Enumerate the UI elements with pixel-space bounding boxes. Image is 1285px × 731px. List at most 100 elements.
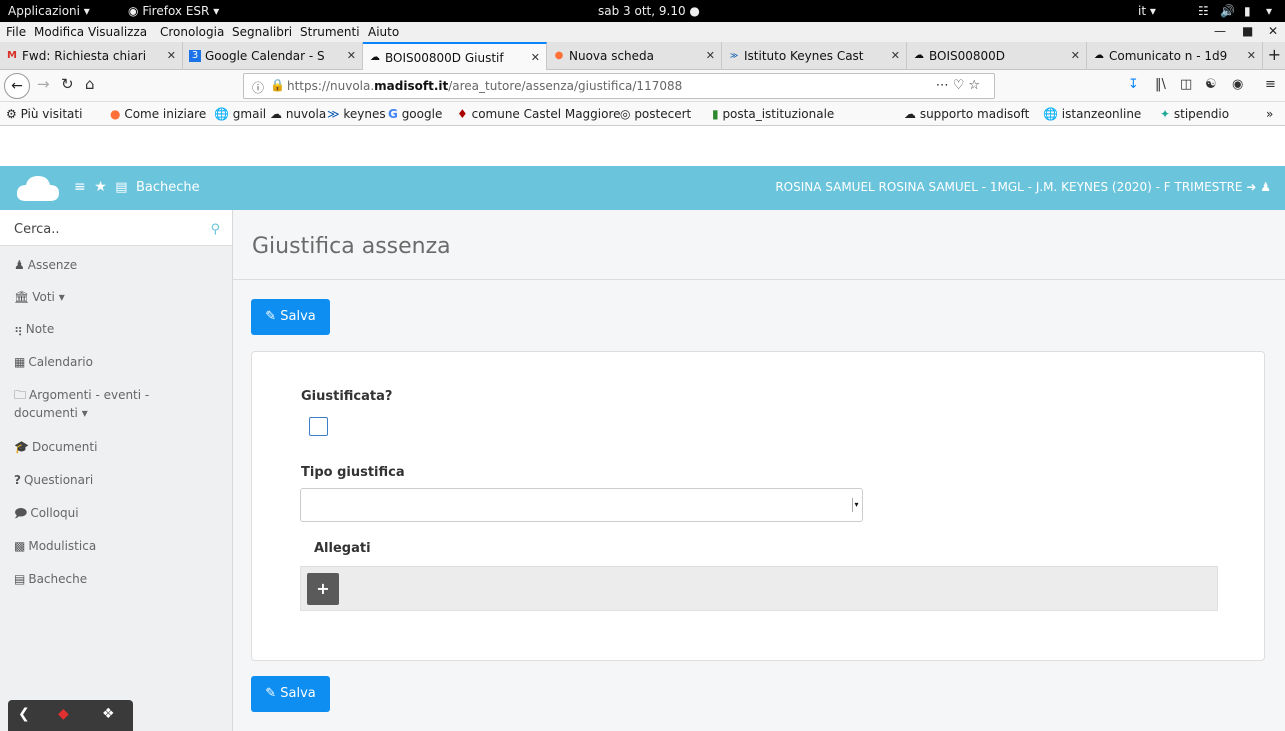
sidebar-item-questionari[interactable]: ? Questionari bbox=[14, 471, 93, 489]
tab-gmail[interactable]: M Fwd: Richiesta chiari ✕ bbox=[0, 42, 183, 70]
downloads-icon[interactable]: ↧ bbox=[1128, 77, 1139, 92]
user-context[interactable]: ROSINA SAMUEL ROSINA SAMUEL - 1MGL - J.M… bbox=[775, 180, 1271, 194]
bookmark-piu-visitati[interactable]: ⚙ Più visitati bbox=[6, 107, 82, 121]
close-tab-icon[interactable]: ✕ bbox=[531, 51, 540, 64]
add-attachment-button[interactable]: + bbox=[307, 573, 339, 605]
bookmark-istanzeonline[interactable]: 🌐 istanzeonline bbox=[1043, 107, 1141, 121]
close-tab-icon[interactable]: ✕ bbox=[891, 49, 900, 62]
tipo-giustifica-select[interactable]: ▾ bbox=[300, 488, 863, 522]
bookmark-posta-istituzionale[interactable]: ▮ posta_istituzionale bbox=[712, 107, 834, 121]
menu-segnalibri[interactable]: Segnalibri bbox=[232, 25, 292, 39]
sidebar-item-voti[interactable]: 🏛 Voti ▾ bbox=[14, 288, 65, 306]
sidebar-item-colloqui[interactable]: 🗩 Colloqui bbox=[14, 504, 79, 522]
close-tab-icon[interactable]: ✕ bbox=[1071, 49, 1080, 62]
sidebar-item-documenti[interactable]: 🎓 Documenti bbox=[14, 438, 97, 456]
hamburger-icon[interactable]: ≡ bbox=[74, 179, 86, 195]
bacheche-link[interactable]: ▤ Bacheche bbox=[115, 179, 203, 195]
bookmark-google[interactable]: G google bbox=[388, 107, 442, 121]
tab-bois[interactable]: ☁ BOIS00800D ✕ bbox=[907, 42, 1087, 70]
more-actions-icon[interactable]: ⋯ bbox=[936, 78, 953, 93]
menu-file[interactable]: File bbox=[6, 25, 26, 39]
tab-label: Istituto Keynes Cast bbox=[744, 49, 864, 63]
firefox-icon: ◉ bbox=[128, 4, 139, 18]
sidebar-item-note[interactable]: ⢶ Note bbox=[14, 320, 54, 338]
reload-icon[interactable]: ↻ bbox=[61, 75, 74, 93]
battery-icon[interactable]: ▮ bbox=[1244, 4, 1251, 18]
bookmark-stipendio[interactable]: ✦ stipendio bbox=[1160, 107, 1229, 121]
lock-icon[interactable]: 🔒 bbox=[270, 78, 285, 92]
tab-istituto-keynes[interactable]: ≫ Istituto Keynes Cast ✕ bbox=[722, 42, 907, 70]
menu-strumenti[interactable]: Strumenti bbox=[300, 25, 360, 39]
keynes-icon: ≫ bbox=[729, 51, 739, 60]
url-domain: madisoft.it bbox=[374, 79, 449, 93]
sidebar-search[interactable]: Cerca.. ⚲ bbox=[0, 210, 232, 246]
volume-icon[interactable]: 🔊 bbox=[1220, 4, 1235, 18]
bookmark-postecert[interactable]: ◎ postecert bbox=[620, 107, 691, 121]
bookmark-keynes[interactable]: ≫ keynes bbox=[327, 107, 386, 121]
save-button-top[interactable]: ✎ Salva bbox=[251, 299, 330, 335]
url-bar[interactable]: ⓘ 🔒 https://nuvola.madisoft.it/area_tuto… bbox=[243, 73, 995, 99]
clock[interactable]: sab 3 ott, 9.10 ● bbox=[598, 4, 700, 18]
nuvola-logo-icon[interactable] bbox=[16, 173, 60, 203]
close-tab-icon[interactable]: ✕ bbox=[167, 49, 176, 62]
giustificata-checkbox[interactable] bbox=[309, 417, 328, 436]
hamburger-menu-icon[interactable]: ≡ bbox=[1265, 77, 1276, 92]
info-icon[interactable]: ⓘ bbox=[252, 79, 264, 96]
new-tab-icon[interactable]: + bbox=[1268, 45, 1281, 64]
star-icon[interactable]: ★ bbox=[94, 179, 107, 195]
diamond-icon[interactable]: ◆ bbox=[58, 706, 69, 722]
tab-bois-giustifica[interactable]: ☁ BOIS00800D Giustif ✕ bbox=[363, 42, 547, 71]
search-input[interactable]: Cerca.. bbox=[14, 222, 60, 237]
close-window-icon[interactable]: ✕ bbox=[1268, 24, 1278, 38]
network-icon[interactable]: ☷ bbox=[1198, 4, 1209, 18]
tab-google-calendar[interactable]: 3 Google Calendar - S ✕ bbox=[183, 42, 363, 70]
sidebar-item-bacheche[interactable]: ▤ Bacheche bbox=[14, 570, 87, 588]
save-button-bottom[interactable]: ✎ Salva bbox=[251, 676, 330, 712]
sidebar-item-modulistica[interactable]: ▩ Modulistica bbox=[14, 537, 96, 555]
firefox-app-menu[interactable]: ◉ Firefox ESR ▾ bbox=[128, 4, 219, 18]
bookmark-star-icon[interactable]: ☆ bbox=[968, 78, 984, 93]
sidebar-item-label: Colloqui bbox=[30, 506, 79, 520]
bookmark-nuvola[interactable]: ☁ nuvola bbox=[270, 107, 326, 121]
sidebar-item-calendario[interactable]: ▦ Calendario bbox=[14, 353, 93, 371]
sidebar-icon[interactable]: ◫ bbox=[1180, 77, 1192, 92]
system-menu-chevron-icon[interactable]: ▾ bbox=[1266, 4, 1272, 18]
cloud-icon: ☁ bbox=[1094, 50, 1104, 61]
language-indicator[interactable]: it ▾ bbox=[1138, 4, 1156, 18]
extension-icon[interactable]: ☯ bbox=[1205, 77, 1217, 92]
bookmarks-overflow-icon[interactable]: » bbox=[1266, 107, 1273, 121]
menu-modifica[interactable]: Modifica bbox=[34, 25, 84, 39]
menu-cronologia[interactable]: Cronologia bbox=[160, 25, 224, 39]
pocket-icon[interactable]: ♡ bbox=[953, 78, 969, 93]
forward-arrow-icon[interactable]: → bbox=[37, 75, 50, 93]
chevron-left-icon[interactable]: ❮ bbox=[18, 706, 30, 722]
bookmark-come-iniziare[interactable]: ● Come iniziare bbox=[110, 107, 206, 121]
menu-visualizza[interactable]: Visualizza bbox=[88, 25, 147, 39]
menu-aiuto[interactable]: Aiuto bbox=[368, 25, 399, 39]
user-icon[interactable]: ♟ bbox=[1260, 180, 1271, 194]
logout-icon[interactable]: ➜ bbox=[1246, 180, 1256, 194]
bookmark-supporto-madisoft[interactable]: ☁ supporto madisoft bbox=[904, 107, 1029, 121]
bookmark-gmail[interactable]: 🌐 gmail bbox=[214, 107, 266, 121]
close-tab-icon[interactable]: ✕ bbox=[706, 49, 715, 62]
maximize-icon[interactable]: ■ bbox=[1242, 24, 1253, 38]
back-arrow-icon[interactable]: ← bbox=[4, 73, 30, 99]
calendar-icon: ▦ bbox=[14, 355, 26, 369]
minimize-icon[interactable]: — bbox=[1214, 24, 1226, 38]
search-icon[interactable]: ⚲ bbox=[210, 222, 220, 237]
tab-comunicato[interactable]: ☁ Comunicato n - 1d9 ✕ bbox=[1087, 42, 1263, 70]
tab-nuova-scheda[interactable]: ● Nuova scheda ✕ bbox=[547, 42, 722, 70]
dropbox-icon[interactable]: ❖ bbox=[102, 706, 115, 722]
home-icon[interactable]: ⌂ bbox=[85, 75, 95, 93]
close-tab-icon[interactable]: ✕ bbox=[1247, 49, 1256, 62]
close-tab-icon[interactable]: ✕ bbox=[347, 49, 356, 62]
sidebar-item-argomenti[interactable]: 🗀 Argomenti - eventi - documenti ▾ bbox=[14, 386, 149, 422]
url-text[interactable]: https://nuvola.madisoft.it/area_tutore/a… bbox=[287, 79, 682, 93]
tab-label: BOIS00800D bbox=[929, 49, 1006, 63]
account-icon[interactable]: ◉ bbox=[1232, 77, 1243, 92]
sidebar-item-label: Bacheche bbox=[28, 572, 88, 586]
library-icon[interactable]: ‖\ bbox=[1155, 77, 1166, 92]
bookmark-comune[interactable]: ♦ comune Castel Maggiore bbox=[457, 107, 621, 121]
sidebar-item-assenze[interactable]: ♟ Assenze bbox=[14, 256, 77, 274]
applications-menu[interactable]: Applicazioni ▾ bbox=[8, 4, 90, 18]
